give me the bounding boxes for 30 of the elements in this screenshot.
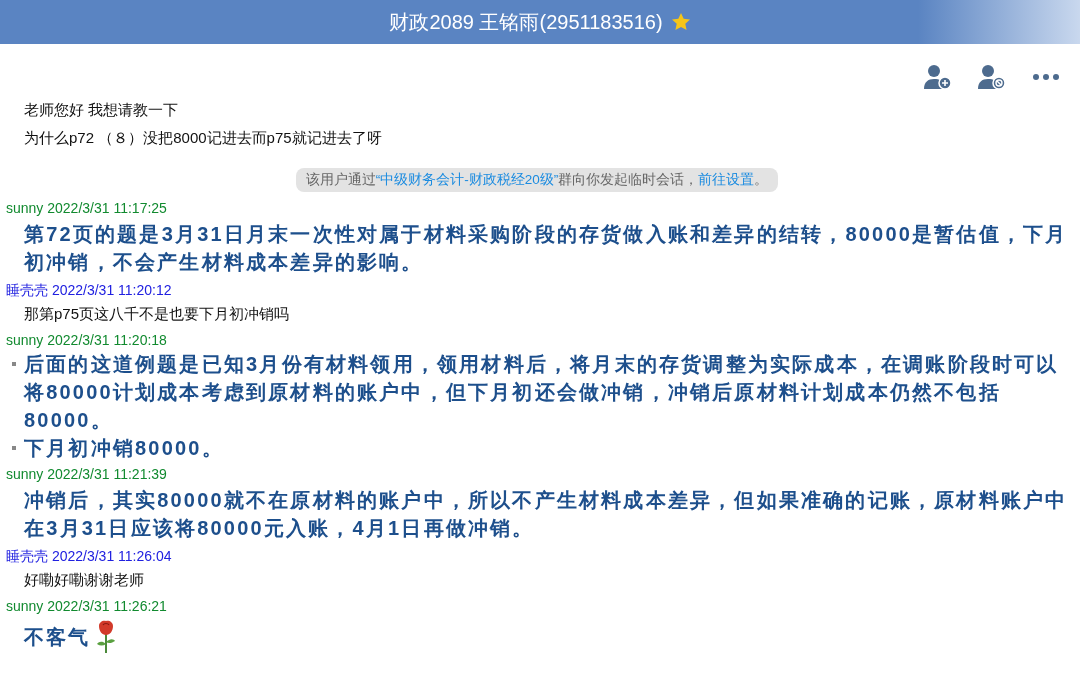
message-text: 下月初冲销80000。 [24, 436, 224, 461]
message-header: sunny 2022/3/31 11:17:25 [6, 199, 168, 218]
bullet-icon [12, 362, 16, 366]
message-text: 老师您好 我想请教一下 [23, 100, 180, 120]
group-name: “中级财务会计-财政税经20级” [375, 171, 559, 189]
bullet-icon [12, 446, 16, 450]
notice-text: 群向你发起临时会话， [558, 171, 699, 189]
message-text: 后面的这道例题是已知3月份有材料领用，领用材料后，将月末的存货调整为实际成本，在调账阶段时可以将80000计划成本考虑到原材料的账户中，但下月初还会做冲销，冲销后原材料计划成本仍然不包括80000。 [24, 352, 1060, 433]
notice-text: 该用户通过 [305, 171, 376, 189]
message-text: 第72页的题是3月31日月末一次性对属于材料采购阶段的存货做入账和差异的结转，80000是暂估值，下月初冲销，不会产生材料成本差异的影响。 [23, 222, 1068, 275]
rose-icon [94, 620, 117, 654]
settings-link[interactable]: 前往设置 [698, 171, 755, 189]
message-header: sunny 2022/3/31 11:20:18 [6, 331, 168, 350]
message-text: 好嘞好嘞谢谢老师 [23, 570, 145, 590]
person-add-icon [923, 64, 953, 90]
message-text: 冲销后，其实80000就不在原材料的账户中，所以不产生材料成本差异，但如果准确的记账，原材料账户中在3月31日应该将80000元入账，4月1日再做冲销。 [23, 488, 1068, 541]
message-header: 睡壳壳 2022/3/31 11:26:04 [6, 547, 173, 566]
star-icon [670, 12, 691, 32]
message-header: sunny 2022/3/31 11:21:39 [6, 465, 168, 484]
message-text: 不客气 [24, 625, 91, 650]
message-text: 那第p75页这八千不是也要下月初冲销吗 [23, 304, 291, 324]
block-button[interactable] [976, 62, 1008, 92]
message-header: 睡壳壳 2022/3/31 11:20:12 [6, 281, 173, 300]
message-header: sunny 2022/3/31 11:26:21 [6, 597, 168, 616]
notice-text: 。 [754, 171, 769, 189]
window-title: 财政2089 王铭雨(2951183516) [389, 9, 663, 35]
person-block-icon [977, 64, 1007, 90]
add-contact-button[interactable] [922, 62, 954, 92]
more-icon [1033, 74, 1059, 80]
message-text: 为什么p72 （８）没把8000记进去而p75就记进去了呀 [23, 128, 383, 148]
